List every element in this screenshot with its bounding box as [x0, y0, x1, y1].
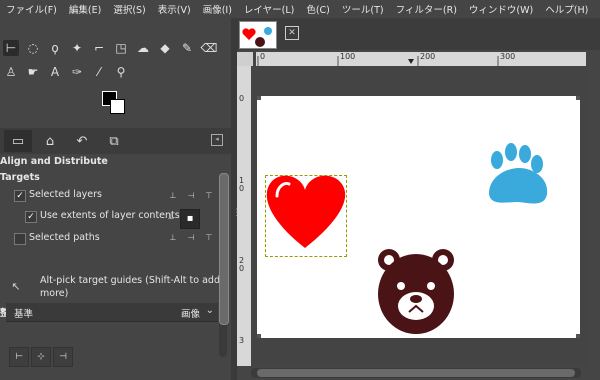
horizontal-scrollbar[interactable]: [251, 368, 581, 378]
ruler-v-1b: 0: [239, 184, 245, 193]
selected-layers-label: Selected layers: [29, 189, 102, 200]
paths-align-start-icon[interactable]: ⊥: [168, 233, 178, 243]
ruler-h-200: 200: [420, 52, 436, 61]
vertical-ruler: 0 1 0 2 0 3: [237, 66, 251, 366]
menu-edit[interactable]: 編集(E): [63, 2, 107, 16]
background-color[interactable]: [110, 99, 125, 114]
bucket-fill-icon[interactable]: ◆: [157, 40, 173, 56]
warp-icon[interactable]: ☁: [135, 40, 151, 56]
dock-menu-icon[interactable]: ◂: [211, 134, 223, 146]
clone-icon[interactable]: ♙: [3, 64, 19, 80]
align-end-icon[interactable]: ⊤: [204, 191, 214, 201]
close-icon[interactable]: ✕: [285, 26, 299, 40]
menu-layer[interactable]: レイヤー(L): [238, 2, 300, 16]
fg-bg-color-swatches[interactable]: [102, 91, 126, 115]
vertical-scrollbar[interactable]: [588, 66, 598, 366]
relative-value: 画像: [180, 309, 200, 320]
chevron-down-icon: ⌄: [205, 305, 214, 316]
pointer-icon: ↖: [11, 280, 21, 293]
tab-images[interactable]: ⧉: [100, 130, 128, 152]
selected-paths-checkbox[interactable]: [14, 233, 26, 245]
ruler-v-0: 0: [239, 94, 245, 103]
align-center-button[interactable]: ⊹: [31, 347, 51, 367]
layer-boundary: [265, 175, 347, 257]
align-tool-icon[interactable]: ⊢: [3, 40, 19, 56]
panel-title: Align and Distribute: [0, 156, 108, 167]
extents-align-icon[interactable]: ⊥: [166, 212, 176, 222]
selected-paths-label: Selected paths: [29, 232, 100, 243]
menu-colors[interactable]: 色(C): [300, 2, 336, 16]
free-select-icon[interactable]: ϙ: [47, 40, 63, 56]
image-tab-thumbnail[interactable]: [239, 21, 277, 49]
toolbox: ⊢ ◌ ϙ ✦ ⌐ ◳ ☁ ◆ ✎ ⌫ ♙ ☛ A ✑ ⁄ ⚲: [0, 18, 231, 123]
paintbrush-icon[interactable]: ✎: [179, 40, 195, 56]
crop-icon[interactable]: ⌐: [91, 40, 107, 56]
dock-tabs: ▭ ⌂ ↶ ⧉ ◂: [0, 128, 231, 154]
align-middle-icon[interactable]: ⊣: [186, 191, 196, 201]
path-icon[interactable]: ✑: [69, 64, 85, 80]
use-extents-checkbox[interactable]: ✓: [25, 211, 37, 223]
zoom-icon[interactable]: ⚲: [113, 64, 129, 80]
ellipse-select-icon[interactable]: ◌: [25, 40, 41, 56]
unified-transform-icon[interactable]: ◳: [113, 40, 129, 56]
menu-select[interactable]: 選択(S): [107, 2, 151, 16]
menu-bar: ファイル(F) 編集(E) 選択(S) 表示(V) 画像(I) レイヤー(L) …: [0, 0, 600, 18]
align-right-button[interactable]: ⊣: [53, 347, 73, 367]
align-left-button[interactable]: ⊢: [9, 347, 29, 367]
eraser-icon[interactable]: ⌫: [201, 40, 218, 56]
menu-file[interactable]: ファイル(F): [0, 2, 63, 16]
relative-to-dropdown[interactable]: 基準 画像 ⌄: [6, 303, 218, 322]
menu-image[interactable]: 画像(I): [197, 2, 238, 16]
paw-layer: [489, 143, 548, 204]
smudge-icon[interactable]: ☛: [25, 64, 41, 80]
selected-layers-checkbox[interactable]: ✓: [14, 190, 26, 202]
ruler-v-2b: 0: [239, 264, 245, 273]
horizontal-ruler: 0 100 200 300: [256, 52, 586, 66]
alt-pick-text-more: more): [40, 288, 69, 299]
align-start-icon[interactable]: ⊥: [168, 191, 178, 201]
ruler-corner[interactable]: [237, 52, 253, 66]
menu-help[interactable]: ヘルプ(H): [539, 2, 594, 16]
ruler-h-100: 100: [340, 52, 356, 61]
image-tabs: ✕: [237, 18, 600, 50]
menu-filters[interactable]: フィルター(R): [390, 2, 463, 16]
targets-heading: Targets: [0, 172, 40, 183]
alt-pick-text: Alt-pick target guides (Shift-Alt to add: [40, 275, 220, 286]
use-extents-label: Use extents of layer contents: [40, 210, 180, 221]
tab-tool-options[interactable]: ▭: [4, 130, 32, 152]
menu-tools[interactable]: ツール(T): [336, 2, 390, 16]
tab-undo-history[interactable]: ↶: [68, 130, 96, 152]
ruler-h-0: 0: [260, 52, 266, 61]
ruler-h-300: 300: [500, 52, 516, 61]
text-icon[interactable]: A: [47, 64, 63, 80]
menu-windows[interactable]: ウィンドウ(W): [463, 2, 539, 16]
extents-toggle-button[interactable]: ▪: [180, 209, 200, 229]
paths-align-middle-icon[interactable]: ⊣: [186, 233, 196, 243]
color-picker-icon[interactable]: ⁄: [91, 64, 107, 80]
relative-label: 基準: [14, 309, 34, 320]
menu-view[interactable]: 表示(V): [152, 2, 197, 16]
bear-layer: [378, 249, 454, 334]
ruler-v-3: 3: [239, 336, 245, 345]
fuzzy-select-icon[interactable]: ✦: [69, 40, 85, 56]
paths-align-end-icon[interactable]: ⊤: [204, 233, 214, 243]
panel-scrollbar[interactable]: [219, 173, 229, 357]
left-dock: ⊢ ◌ ϙ ✦ ⌐ ◳ ☁ ◆ ✎ ⌫ ♙ ☛ A ✑ ⁄ ⚲ ▭ ⌂ ↶ ⧉ …: [0, 18, 231, 380]
tab-device-status[interactable]: ⌂: [36, 130, 64, 152]
